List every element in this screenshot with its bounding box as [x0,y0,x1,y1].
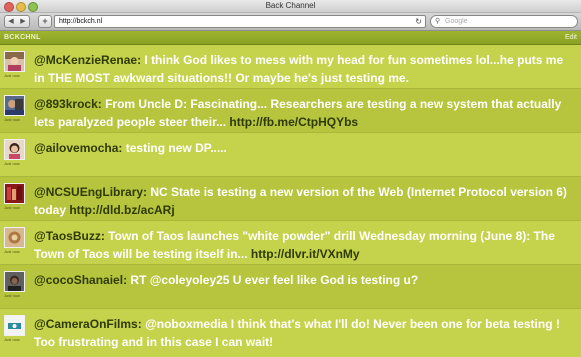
back-button[interactable]: ◀ [4,15,18,28]
tweet-row[interactable]: Just now @ailovemocha: testing new DP...… [0,133,581,177]
avatar[interactable] [4,271,25,292]
tweet-link[interactable]: http://dld.bz/acARj [69,203,174,217]
avatar[interactable] [4,183,25,204]
tweet-link[interactable]: http://fb.me/CtpHQYbs [229,115,358,129]
tweet-username[interactable]: @McKenzieRenae: [34,53,141,67]
tweet-time: Just now [4,117,20,122]
tweet-username[interactable]: @TaosBuzz: [34,229,105,243]
tweet-username[interactable]: @CameraOnFilms: [34,317,142,331]
tweet-row[interactable]: Just now @TaosBuzz: Town of Taos launche… [0,221,581,265]
add-bookmark-button[interactable]: + [38,15,52,28]
tweet-text: @TaosBuzz: Town of Taos launches "white … [34,227,574,263]
tweet-row[interactable]: Just now @CameraOnFilms: @noboxmedia I t… [0,309,581,353]
back-arrow-icon: ◀ [8,18,14,25]
reload-icon[interactable]: ↻ [415,16,422,27]
forward-button[interactable]: ▶ [17,15,30,28]
browser-window: Back Channel ◀ ▶ + http://bckch.nl ↻ ⚲ G… [0,0,581,357]
plus-icon: + [42,16,48,26]
tweet-text: @ailovemocha: testing new DP..... [34,139,574,157]
address-bar[interactable]: http://bckch.nl ↻ [54,15,426,28]
avatar[interactable] [4,139,25,160]
browser-toolbar: ◀ ▶ + http://bckch.nl ↻ ⚲ Google [0,13,581,31]
avatar[interactable] [4,227,25,248]
search-placeholder: Google [445,18,468,25]
avatar[interactable] [4,51,25,72]
tweet-text: @McKenzieRenae: I think God likes to mes… [34,51,574,87]
window-title: Back Channel [265,1,316,10]
tweet-time: Just now [4,337,20,342]
avatar[interactable] [4,315,25,336]
tweet-row[interactable]: Just now @McKenzieRenae: I think God lik… [0,45,581,89]
tweet-list: Just now @McKenzieRenae: I think God lik… [0,45,581,357]
tweet-time: Just now [4,205,20,210]
tweet-text: @893krock: From Uncle D: Fascinating... … [34,95,574,131]
tweet-username[interactable]: @cocoShanaiel: [34,273,127,287]
tweet-time: Just now [4,293,20,298]
tweet-link[interactable]: http://dlvr.it/VXnMy [251,247,360,261]
tweet-username[interactable]: @893krock: [34,97,102,111]
search-icon: ⚲ [435,18,441,25]
tweet-row[interactable]: Just now @cocoShanaiel: RT @coleyoley25 … [0,265,581,309]
tweet-text: @cocoShanaiel: RT @coleyoley25 U ever fe… [34,271,574,289]
avatar[interactable] [4,95,25,116]
tweet-time: Just now [4,249,20,254]
tweet-body: RT @coleyoley25 U ever feel like God is … [127,273,419,287]
tweet-time: Just now [4,161,20,166]
app-title: BCKCHNL [4,34,41,41]
tweet-text: @NCSUEngLibrary: NC State is testing a n… [34,183,574,219]
tweet-username[interactable]: @ailovemocha: [34,141,122,155]
app-header: BCKCHNL Edit [0,31,581,45]
tweet-text: @CameraOnFilms: @noboxmedia I think that… [34,315,574,351]
url-text[interactable]: http://bckch.nl [59,16,102,27]
tweet-row-partial [0,351,581,357]
forward-arrow-icon: ▶ [20,18,26,25]
tweet-row[interactable]: Just now @NCSUEngLibrary: NC State is te… [0,177,581,221]
tweet-row[interactable]: Just now @893krock: From Uncle D: Fascin… [0,89,581,133]
edit-button[interactable]: Edit [565,31,577,44]
tweet-username[interactable]: @NCSUEngLibrary: [34,185,147,199]
tweet-time: Just now [4,73,20,78]
search-field[interactable]: ⚲ Google [430,15,578,28]
title-bar: Back Channel [0,0,581,13]
tweet-body: testing new DP..... [122,141,227,155]
